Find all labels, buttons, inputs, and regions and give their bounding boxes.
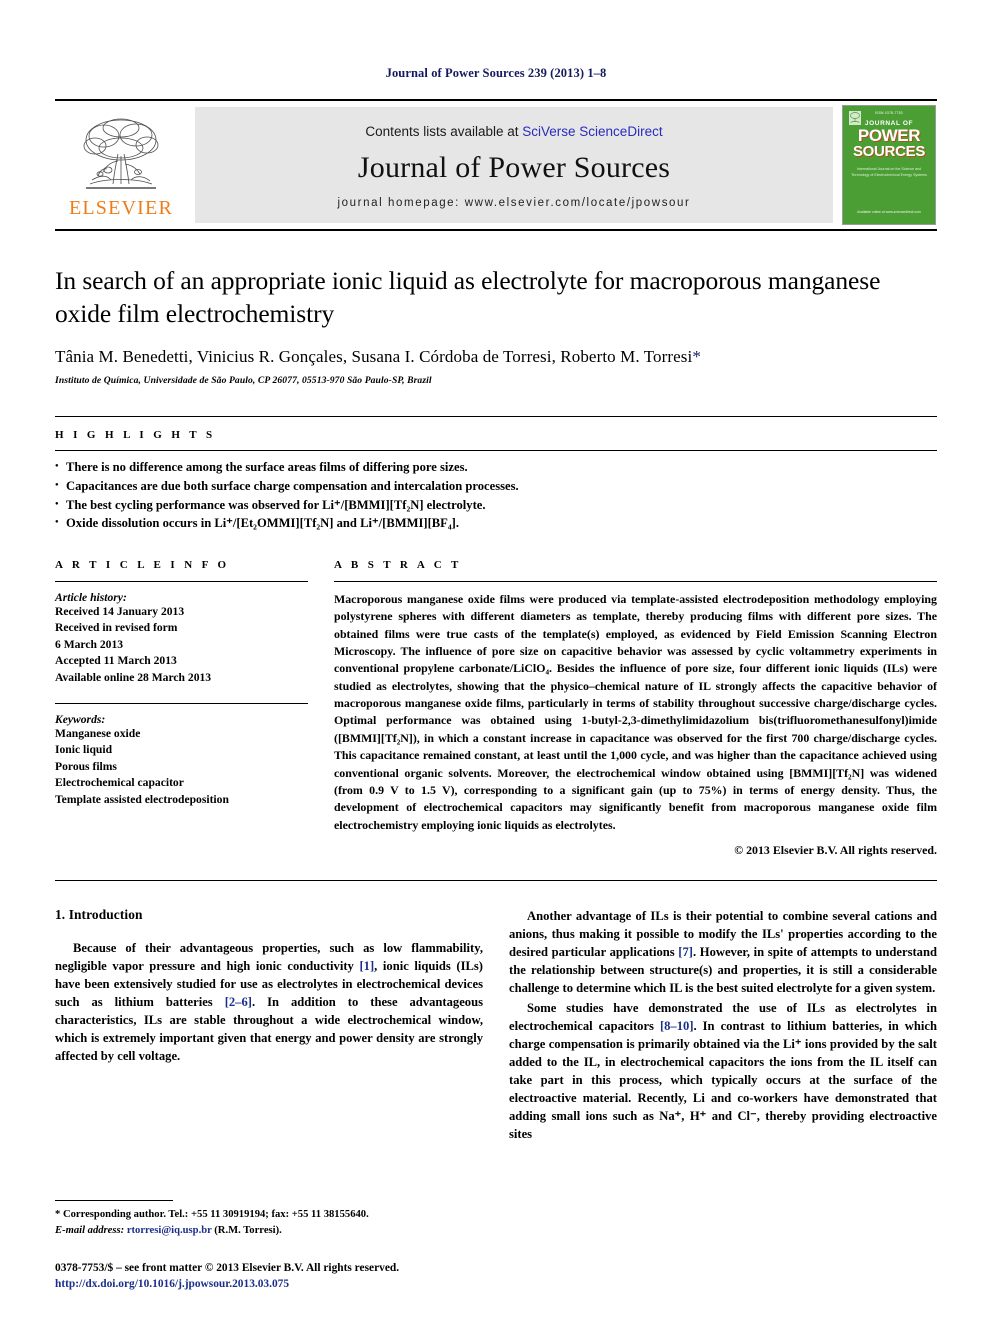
list-item: The best cycling performance was observe…: [55, 496, 937, 515]
cover-line3: SOURCES: [852, 143, 926, 161]
contents-available-line: Contents lists available at SciVerse Sci…: [365, 124, 662, 139]
list-item: Capacitances are due both surface charge…: [55, 477, 937, 496]
cover-footer: Available online at www.sciencedirect.co…: [857, 209, 921, 214]
article-history-item: Received 14 January 2013: [55, 604, 185, 618]
intro-paragraph-left: Because of their advantageous properties…: [55, 939, 483, 1065]
article-info-heading: A R T I C L E I N F O: [55, 558, 230, 571]
abstract-column: A B S T R A C T Macroporous manganese ox…: [334, 559, 937, 858]
keyword-item: Template assisted electrodeposition: [55, 792, 229, 806]
highlight-text: The best cycling performance was observe…: [66, 497, 486, 512]
cover-image: ISSN 0378-7753 JOURNAL OF POWER SOURCES …: [842, 105, 936, 225]
journal-homepage-link[interactable]: journal homepage: www.elsevier.com/locat…: [338, 197, 691, 209]
highlights-rule: [55, 450, 937, 452]
keyword-item: Manganese oxide: [55, 727, 141, 741]
abstract-text: Macroporous manganese oxide films were p…: [334, 591, 937, 832]
elsevier-tree-icon: [83, 118, 159, 189]
cover-line2: POWER: [857, 126, 921, 145]
body-column-right: Another advantage of ILs is their potent…: [509, 907, 937, 1145]
author-names: Tânia M. Benedetti, Vinicius R. Gonçales…: [55, 347, 693, 367]
article-history-item: 6 March 2013: [55, 637, 124, 651]
journal-cover-thumbnail: ISSN 0378-7753 JOURNAL OF POWER SOURCES …: [841, 101, 937, 229]
paper-title: In search of an appropriate ionic liquid…: [55, 266, 881, 328]
running-head: Journal of Power Sources 239 (2013) 1–8: [385, 66, 607, 80]
highlights-heading: H I G H L I G H T S: [55, 429, 216, 442]
corresponding-author-marker: *: [692, 347, 701, 367]
sciencedirect-link[interactable]: SciVerse ScienceDirect: [522, 124, 662, 139]
issn-block: 0378-7753/$ – see front matter © 2013 El…: [55, 1260, 475, 1293]
highlight-text: There is no difference among the surface…: [66, 460, 468, 475]
highlight-text: Capacitances are due both surface charge…: [66, 478, 519, 493]
elsevier-logo: ELSEVIER: [55, 101, 187, 229]
paper-page: Journal of Power Sources 239 (2013) 1–8: [0, 0, 992, 1323]
list-item: There is no difference among the surface…: [55, 458, 937, 477]
email-link[interactable]: rtorresi@iq.usp.br: [127, 1225, 212, 1236]
body-separator-rule: [55, 880, 937, 881]
cover-subtitle: International Journal on the Science and…: [851, 167, 927, 177]
list-item: Oxide dissolution occurs in Li⁺/[Et₂OMMI…: [55, 514, 937, 533]
body-column-left: 1. Introduction Because of their advanta…: [55, 907, 483, 1145]
keywords-rule: [55, 703, 308, 705]
doi-link[interactable]: http://dx.doi.org/10.1016/j.jpowsour.201…: [55, 1276, 475, 1293]
abstract-rule: [334, 580, 937, 582]
keyword-item: Porous films: [55, 759, 117, 773]
journal-title: Journal of Power Sources: [357, 150, 671, 184]
elsevier-wordmark: ELSEVIER: [68, 197, 174, 219]
article-history-item: Available online 28 March 2013: [55, 670, 212, 684]
keywords-block: Keywords: Manganese oxide Ionic liquid P…: [55, 713, 308, 808]
corresponding-author-note: * Corresponding author. Tel.: +55 11 309…: [55, 1209, 369, 1221]
article-history-item: Received in revised form: [55, 621, 178, 635]
highlight-text: Oxide dissolution occurs in Li⁺/[Et₂OMMI…: [66, 516, 459, 531]
highlights-section: H I G H L I G H T S There is no differen…: [55, 416, 937, 533]
section-title-introduction: 1. Introduction: [55, 907, 143, 922]
body-columns: 1. Introduction Because of their advanta…: [55, 907, 937, 1145]
info-abstract-section: A R T I C L E I N F O Article history: R…: [55, 559, 937, 858]
email-suffix: (R.M. Torresi).: [214, 1224, 282, 1236]
email-label: E-mail address:: [55, 1224, 125, 1236]
citation-link[interactable]: [8–10]: [660, 1019, 694, 1033]
article-history-label: Article history:: [55, 590, 127, 604]
highlights-list: There is no difference among the surface…: [55, 458, 937, 533]
article-info-column: A R T I C L E I N F O Article history: R…: [55, 559, 308, 858]
intro-text-b: . In contrast to lithium batteries, in w…: [509, 1019, 937, 1141]
article-history-item: Accepted 11 March 2013: [55, 654, 177, 668]
intro-paragraph-right-1: Another advantage of ILs is their potent…: [509, 907, 937, 997]
title-block: In search of an appropriate ionic liquid…: [55, 265, 937, 386]
email-note: E-mail address: rtorresi@iq.usp.br (R.M.…: [55, 1223, 475, 1238]
journal-masthead: ELSEVIER Contents lists available at Sci…: [55, 99, 937, 231]
journal-banner: Contents lists available at SciVerse Sci…: [195, 107, 833, 223]
issn-copyright-line: 0378-7753/$ – see front matter © 2013 El…: [55, 1261, 400, 1274]
keyword-item: Electrochemical capacitor: [55, 776, 184, 790]
abstract-heading: A B S T R A C T: [334, 558, 462, 571]
intro-paragraph-right-2: Some studies have demonstrated the use o…: [509, 999, 937, 1143]
keyword-item: Ionic liquid: [55, 743, 113, 757]
elsevier-mark-icon: [849, 111, 861, 125]
affiliation: Instituto de Química, Universidade de Sã…: [55, 375, 432, 387]
highlights-top-rule: [55, 416, 937, 418]
contents-prefix: Contents lists available at: [365, 123, 523, 139]
author-list: Tânia M. Benedetti, Vinicius R. Gonçales…: [55, 347, 937, 367]
citation-link[interactable]: [1]: [359, 959, 374, 973]
footnote-rule: [55, 1200, 173, 1202]
citation-link[interactable]: [7]: [678, 945, 693, 959]
keywords-label: Keywords:: [55, 713, 106, 727]
article-info-rule: [55, 580, 308, 582]
abstract-copyright: © 2013 Elsevier B.V. All rights reserved…: [734, 843, 937, 857]
citation-link[interactable]: [2–6]: [225, 995, 252, 1009]
page-footnote: * Corresponding author. Tel.: +55 11 309…: [55, 1200, 475, 1293]
